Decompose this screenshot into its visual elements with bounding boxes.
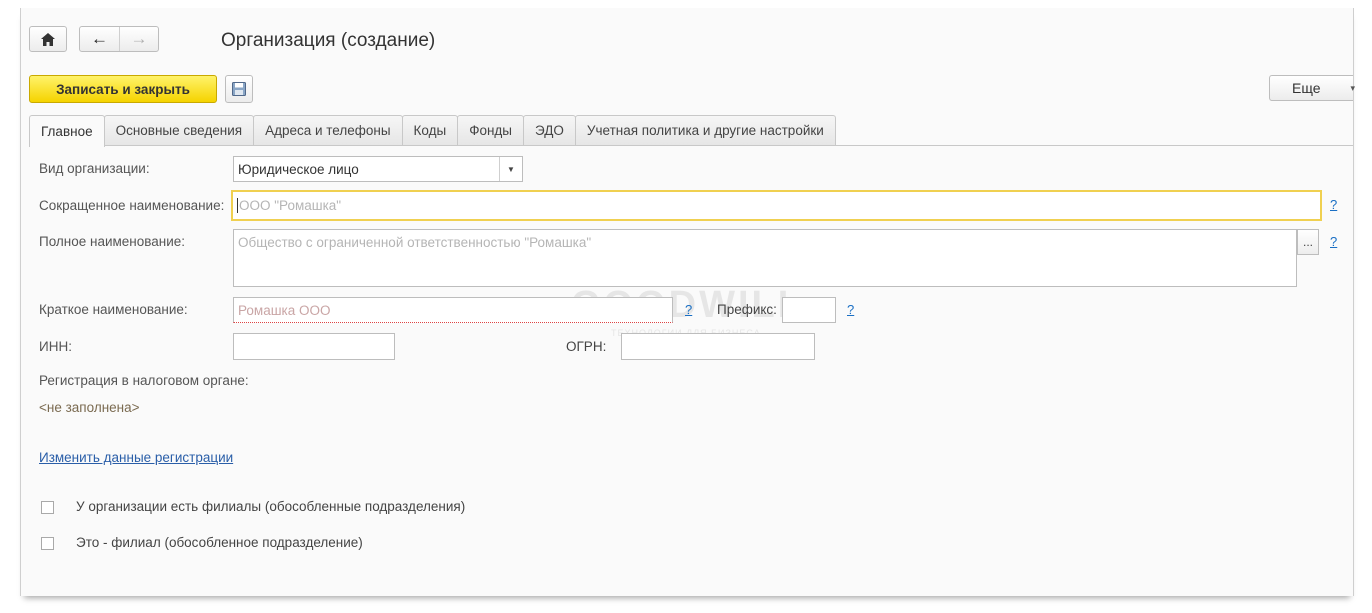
prefix-input[interactable] xyxy=(782,297,836,323)
has-branches-checkbox[interactable] xyxy=(41,501,54,514)
ellipsis-icon: ... xyxy=(1302,235,1313,249)
short-name-placeholder: ООО "Ромашка" xyxy=(239,198,342,213)
short-name-input[interactable]: ООО "Ромашка" xyxy=(231,190,1322,221)
page-title: Организация (создание) xyxy=(221,30,436,51)
is-branch-checkbox[interactable] xyxy=(41,537,54,550)
ogrn-label: ОГРН: xyxy=(566,339,607,354)
ogrn-input[interactable] xyxy=(621,333,815,360)
tab-divider xyxy=(29,145,1353,146)
full-name-label: Полное наименование: xyxy=(39,234,186,249)
tab-accounting-policy[interactable]: Учетная политика и другие настройки xyxy=(574,115,836,145)
more-actions-label: Еще xyxy=(1292,80,1321,96)
arrow-right-icon: → xyxy=(130,29,148,48)
tab-main[interactable]: Главное xyxy=(29,115,105,147)
arrow-left-icon: ← xyxy=(91,29,108,48)
text-cursor xyxy=(237,198,238,213)
is-branch-label: Это - филиал (обособленное подразделение… xyxy=(76,535,363,550)
home-icon xyxy=(41,32,55,46)
tab-bar: Главное Основные сведения Адреса и телеф… xyxy=(29,115,836,147)
prefix-help-link[interactable]: ? xyxy=(847,302,854,317)
inn-label: ИНН: xyxy=(39,339,72,354)
org-type-value: Юридическое лицо xyxy=(238,161,359,177)
home-button[interactable] xyxy=(29,26,67,52)
inn-input[interactable] xyxy=(233,333,395,360)
save-and-close-button[interactable]: Записать и закрыть xyxy=(29,75,217,103)
full-name-textarea[interactable]: Общество с ограниченной ответственностью… xyxy=(233,229,1297,287)
forward-button[interactable]: → xyxy=(120,27,158,51)
save-button[interactable] xyxy=(225,75,253,103)
history-nav: ← → xyxy=(79,26,159,52)
dropdown-button[interactable]: ▼ xyxy=(499,157,522,181)
org-type-label: Вид организации: xyxy=(39,161,150,176)
tab-edo[interactable]: ЭДО xyxy=(523,115,576,145)
brief-name-input[interactable]: Ромашка ООО xyxy=(233,297,673,323)
has-branches-label: У организации есть филиалы (обособленные… xyxy=(76,499,466,514)
tax-registration-label: Регистрация в налоговом органе: xyxy=(39,373,249,388)
brief-name-placeholder: Ромашка ООО xyxy=(238,302,331,318)
floppy-disk-icon xyxy=(232,82,246,96)
back-button[interactable]: ← xyxy=(80,27,120,51)
change-registration-link[interactable]: Изменить данные регистрации xyxy=(39,450,233,465)
tab-basic-info[interactable]: Основные сведения xyxy=(103,115,255,145)
more-actions-button[interactable]: Еще ▾ xyxy=(1269,75,1355,101)
tax-registration-value: <не заполнена> xyxy=(39,400,140,415)
chevron-down-icon: ▼ xyxy=(507,164,515,174)
tab-funds[interactable]: Фонды xyxy=(457,115,524,145)
full-name-help-link[interactable]: ? xyxy=(1330,234,1337,249)
brief-name-label: Краткое наименование: xyxy=(39,302,188,317)
prefix-label: Префикс: xyxy=(717,302,777,317)
full-name-select-button[interactable]: ... xyxy=(1297,229,1319,255)
full-name-placeholder: Общество с ограниченной ответственностью… xyxy=(238,235,592,250)
chevron-down-icon: ▾ xyxy=(1350,83,1355,93)
org-type-select[interactable]: Юридическое лицо ▼ xyxy=(233,156,523,182)
brief-name-help-link[interactable]: ? xyxy=(685,302,692,317)
short-name-help-link[interactable]: ? xyxy=(1330,197,1337,212)
short-name-label: Сокращенное наименование: xyxy=(39,198,225,213)
form-window: ← → Организация (создание) Записать и за… xyxy=(20,8,1355,596)
tab-addresses-phones[interactable]: Адреса и телефоны xyxy=(253,115,403,145)
tab-codes[interactable]: Коды xyxy=(401,115,459,145)
